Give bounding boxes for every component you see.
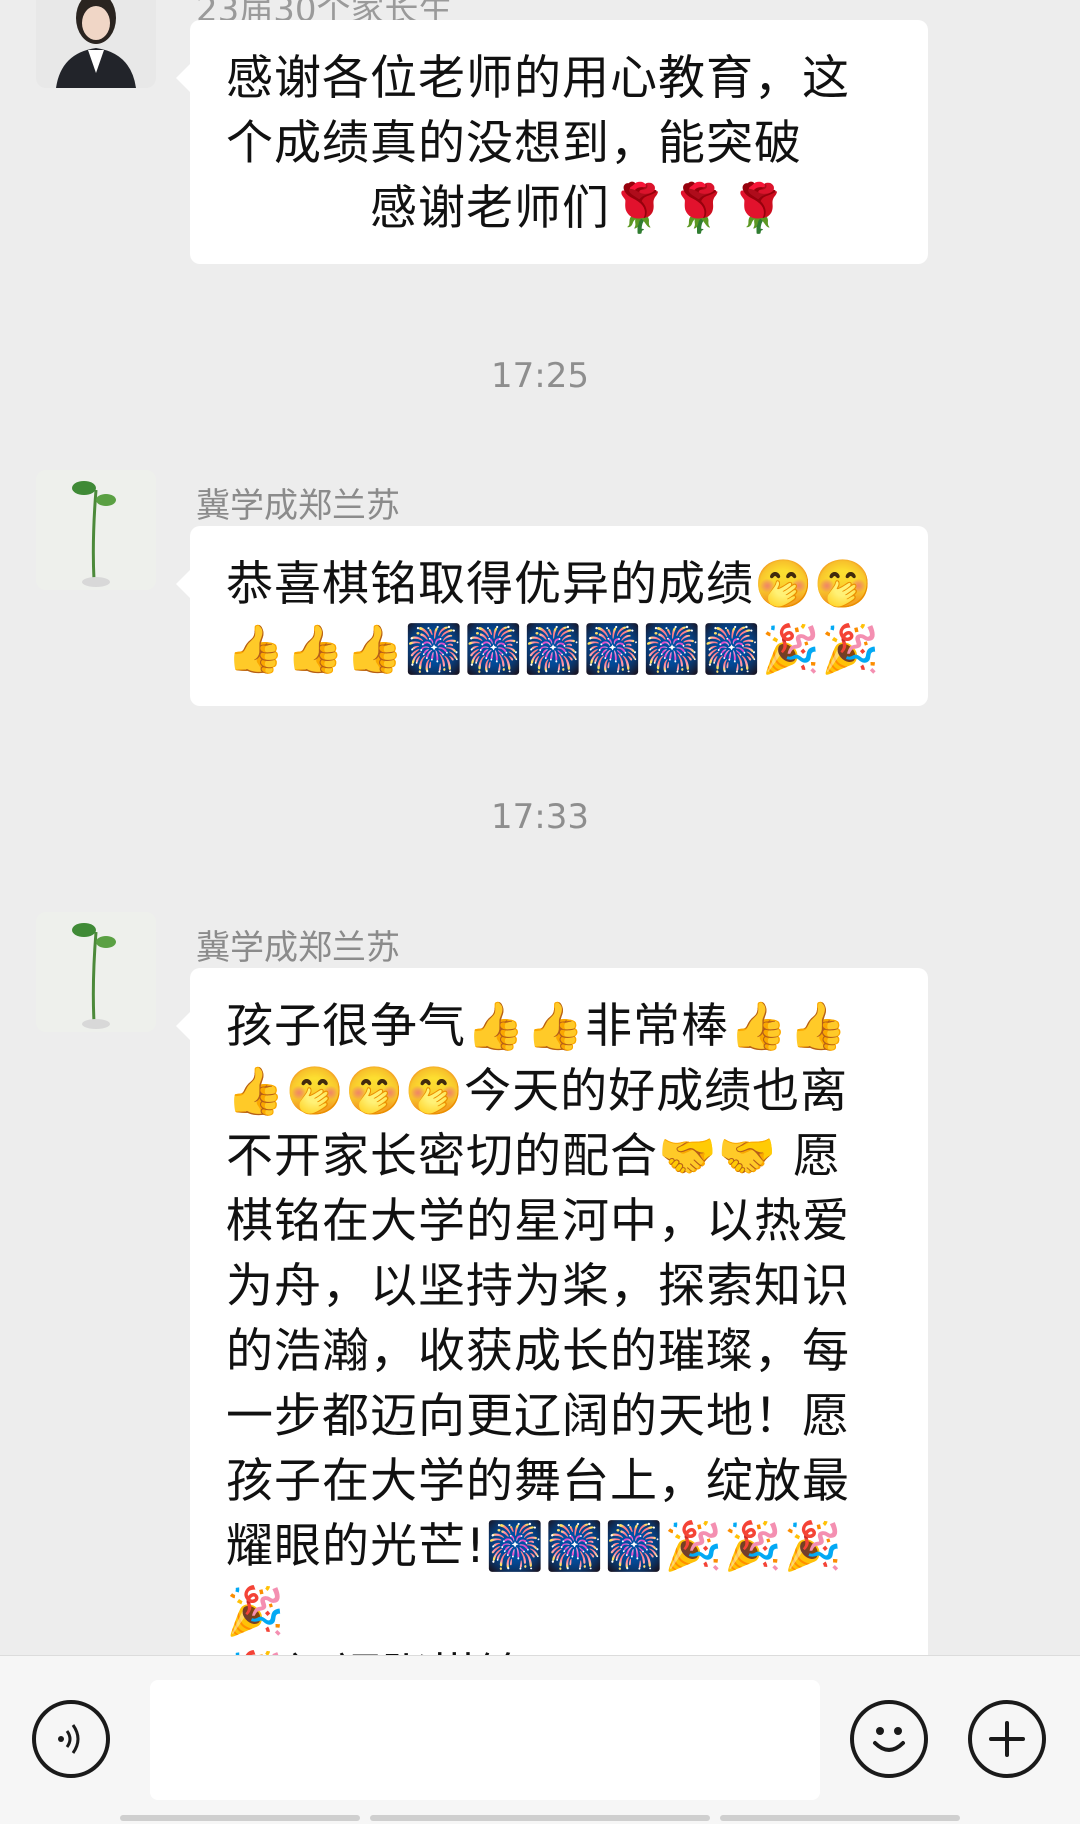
message-line: 👍👍👍🎆🎆🎆🎆🎆🎆🎉🎉	[226, 622, 881, 677]
avatar[interactable]	[36, 0, 156, 88]
avatar-plant-image	[36, 912, 156, 1032]
sender-name: 冀学成郑兰苏	[196, 928, 400, 968]
emoji-icon	[873, 1727, 905, 1752]
timestamp: 17:33	[491, 797, 589, 837]
message-line: 耀眼的光芒!🎆🎆🎆🎉🎉🎉🎉	[226, 1519, 843, 1639]
emoji-button[interactable]	[850, 1700, 928, 1778]
message-bubble[interactable]: 恭喜棋铭取得优异的成绩🤭🤭 👍👍👍🎆🎆🎆🎆🎆🎆🎉🎉	[176, 526, 928, 706]
message-bubble[interactable]: 孩子很争气👍👍非常棒👍👍 👍🤭🤭🤭今天的好成绩也离 不开家长密切的配合🤝🤝 愿 …	[176, 968, 928, 1704]
message-line: 的浩瀚，收获成长的璀璨，每	[226, 1324, 850, 1379]
message-line: 不开家长密切的配合🤝🤝 愿	[226, 1129, 841, 1184]
more-button[interactable]	[968, 1700, 1046, 1778]
message-line: 感谢老师们🌹🌹🌹	[370, 181, 789, 236]
message-bubble[interactable]: 感谢各位老师的用心教育，这 个成绩真的没想到，能突破 感谢老师们🌹🌹🌹	[176, 20, 928, 264]
timestamp: 17:25	[491, 356, 589, 396]
plus-icon	[989, 1721, 1025, 1757]
message-line: 为舟，以坚持为桨，探索知识	[226, 1259, 850, 1314]
message-input[interactable]	[150, 1680, 820, 1800]
sender-name: 冀学成郑兰苏	[196, 486, 400, 526]
voice-icon	[58, 1724, 80, 1754]
message-line: 👍🤭🤭🤭今天的好成绩也离	[226, 1064, 849, 1119]
message-line: 感谢各位老师的用心教育，这	[226, 51, 850, 106]
message-line: 孩子很争气👍👍非常棒👍👍	[226, 999, 849, 1054]
home-indicator	[370, 1815, 710, 1821]
message-line: 孩子在大学的舞台上，绽放最	[226, 1454, 850, 1509]
home-indicator	[120, 1815, 360, 1821]
avatar[interactable]	[36, 912, 156, 1032]
home-indicator	[720, 1815, 960, 1821]
avatar-woman-image	[36, 0, 156, 88]
avatar[interactable]	[36, 470, 156, 590]
message-line: 个成绩真的没想到，能突破	[226, 116, 802, 171]
voice-button[interactable]	[32, 1700, 110, 1778]
message-line: 一步都迈向更辽阔的天地！愿	[226, 1389, 850, 1444]
avatar-plant-image	[36, 470, 156, 590]
message-line: 恭喜棋铭取得优异的成绩🤭🤭	[226, 557, 874, 612]
message-line: 棋铭在大学的星河中，以热爱	[226, 1194, 850, 1249]
